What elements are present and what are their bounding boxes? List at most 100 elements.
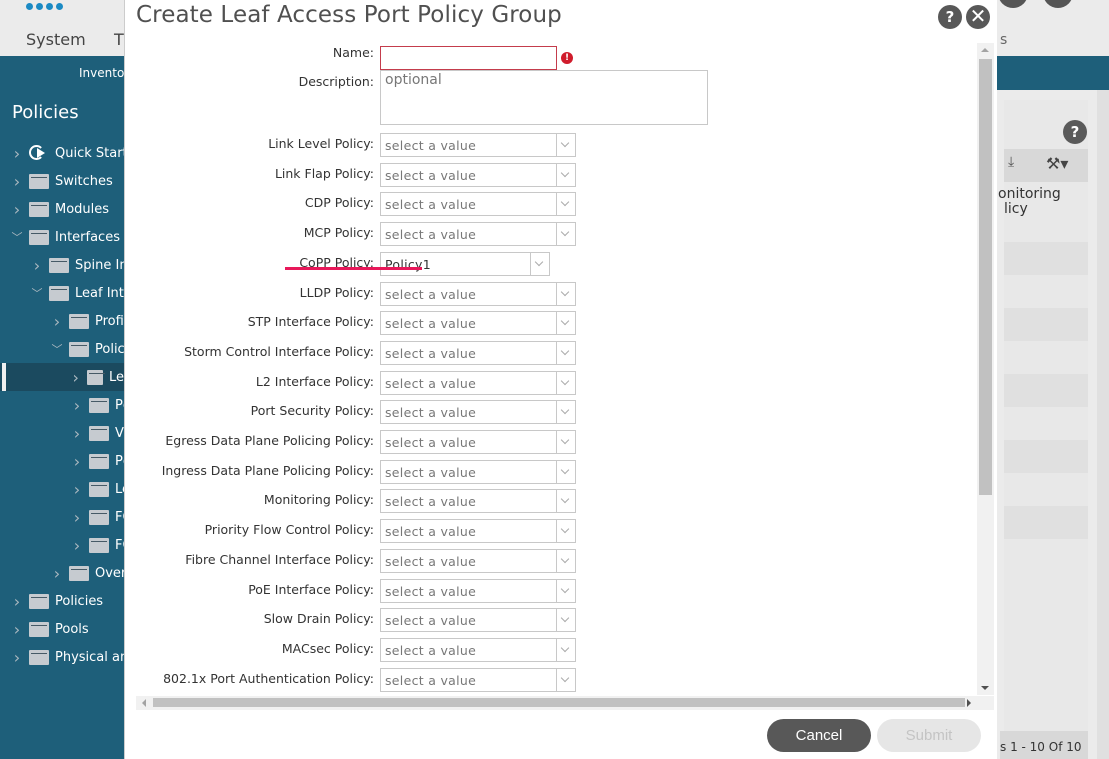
table-row[interactable] (1004, 374, 1088, 407)
sidebar-item[interactable]: › Spine Int (30, 251, 124, 279)
nav-tab-tenants[interactable]: T (114, 30, 124, 49)
chevron-right-icon[interactable]: › (70, 536, 84, 555)
sidebar-item[interactable]: › VI (70, 419, 124, 447)
chevron-right-icon[interactable]: › (10, 200, 24, 219)
sidebar-item[interactable]: › Le (70, 475, 124, 503)
chevron-down-icon[interactable] (556, 490, 575, 513)
chevron-down-icon[interactable] (556, 401, 575, 424)
description-input[interactable] (380, 70, 708, 125)
chevron-right-icon[interactable]: › (50, 564, 64, 583)
subnav-inventory[interactable]: Invento (79, 66, 124, 80)
sidebar-item[interactable]: ﹀ Polic (50, 335, 124, 363)
sidebar-item[interactable]: › Le (0, 363, 124, 391)
chevron-right-icon[interactable]: › (50, 312, 64, 331)
chevron-down-icon[interactable] (556, 163, 575, 186)
horizontal-scrollbar[interactable] (136, 696, 994, 710)
chevron-down-icon[interactable]: ﹀ (50, 341, 64, 357)
sidebar-item[interactable]: › Profil (50, 307, 124, 335)
chevron-right-icon[interactable]: › (10, 144, 24, 163)
chevron-down-icon[interactable] (556, 312, 575, 335)
chevron-down-icon[interactable] (556, 549, 575, 572)
chevron-down-icon[interactable] (556, 193, 575, 216)
sidebar-item[interactable]: › FC (70, 503, 124, 531)
column-header-monitoring-policy[interactable]: onitoring licy (998, 187, 1061, 217)
chevron-right-icon[interactable]: › (10, 172, 24, 191)
chevron-right-icon[interactable]: › (70, 368, 82, 387)
sidebar-item[interactable]: › Pc (70, 391, 124, 419)
cancel-button[interactable]: Cancel (767, 719, 871, 752)
scroll-thumb[interactable] (979, 59, 992, 495)
sidebar-item[interactable]: › Policies (10, 587, 103, 615)
sidebar-item[interactable]: › Physical and (10, 643, 124, 671)
chevron-down-icon[interactable] (556, 460, 575, 483)
sidebar-item[interactable]: › Pc (70, 447, 124, 475)
policy-select[interactable]: select a value (380, 430, 576, 454)
sidebar-item[interactable]: ﹀ Leaf Inte (30, 279, 124, 307)
chevron-down-icon[interactable] (556, 282, 575, 305)
chevron-right-icon[interactable]: › (70, 424, 84, 443)
policy-select[interactable]: select a value (380, 608, 576, 633)
scroll-left-arrow-icon[interactable] (142, 699, 146, 707)
chevron-down-icon[interactable] (556, 638, 575, 661)
user-icon[interactable] (998, 0, 1028, 8)
vertical-scrollbar[interactable] (977, 43, 994, 695)
scroll-up-arrow-icon[interactable] (981, 48, 989, 52)
policy-select[interactable]: select a value (380, 222, 576, 247)
chevron-right-icon[interactable]: › (10, 592, 24, 611)
chevron-down-icon[interactable] (556, 668, 575, 691)
chevron-down-icon[interactable] (556, 134, 575, 156)
policy-select[interactable]: select a value (380, 548, 576, 573)
chevron-down-icon[interactable] (556, 223, 575, 246)
sidebar-item[interactable]: › FC (70, 531, 124, 559)
nav-tab-partial[interactable]: s (1000, 32, 1007, 48)
tools-icon[interactable]: ⚒▾ (1046, 154, 1068, 173)
name-input[interactable] (380, 46, 557, 70)
table-row[interactable] (1004, 242, 1088, 275)
chevron-down-icon[interactable] (556, 520, 575, 543)
chevron-down-icon[interactable] (556, 609, 575, 632)
submit-button[interactable]: Submit (877, 719, 981, 752)
chevron-right-icon[interactable]: › (70, 396, 84, 415)
chevron-right-icon[interactable]: › (10, 648, 24, 667)
sidebar-item[interactable]: › Quick Start (10, 139, 124, 167)
nav-tab-system[interactable]: System (26, 30, 86, 49)
close-button[interactable]: ✕ (966, 5, 990, 29)
policy-select[interactable]: select a value (380, 400, 576, 425)
chevron-down-icon[interactable] (556, 579, 575, 602)
sidebar-item[interactable]: › Pools (10, 615, 89, 643)
scroll-thumb[interactable] (153, 698, 965, 707)
sidebar-item[interactable]: ﹀ Interfaces (10, 223, 120, 251)
policy-select[interactable]: select a value (380, 667, 576, 692)
chevron-right-icon[interactable]: › (10, 620, 24, 639)
chevron-right-icon[interactable]: › (70, 508, 84, 527)
chevron-down-icon[interactable] (556, 371, 575, 394)
table-row[interactable] (1004, 506, 1088, 539)
policy-select[interactable]: Policy1 (380, 251, 550, 276)
sidebar-item[interactable]: › Over (50, 559, 124, 587)
policy-select[interactable]: select a value (380, 519, 576, 544)
chevron-down-icon[interactable] (556, 341, 575, 364)
policy-select[interactable]: select a value (380, 489, 576, 514)
help-icon[interactable]: ? (1063, 120, 1087, 144)
chevron-down-icon[interactable]: ﹀ (30, 285, 44, 301)
scroll-down-arrow-icon[interactable] (981, 686, 989, 690)
scroll-right-arrow-icon[interactable] (967, 699, 971, 707)
chevron-down-icon[interactable] (530, 252, 549, 275)
help-button[interactable]: ? (938, 5, 962, 29)
settings-icon[interactable] (1043, 0, 1073, 8)
policy-select[interactable]: select a value (380, 578, 576, 603)
table-row[interactable] (1004, 440, 1088, 473)
policy-select[interactable]: select a value (380, 311, 576, 336)
policy-select[interactable]: select a value (380, 162, 576, 187)
chevron-right-icon[interactable]: › (70, 452, 84, 471)
download-icon[interactable]: ⤓ (1008, 154, 1014, 170)
chevron-right-icon[interactable]: › (70, 480, 84, 499)
chevron-down-icon[interactable] (556, 431, 575, 453)
policy-select[interactable]: select a value (380, 192, 576, 217)
policy-select[interactable]: select a value (380, 370, 576, 395)
sidebar-item[interactable]: › Switches (10, 167, 113, 195)
table-row[interactable] (1004, 308, 1088, 341)
policy-select[interactable]: select a value (380, 637, 576, 662)
sidebar-item[interactable]: › Modules (10, 195, 109, 223)
policy-select[interactable]: select a value (380, 459, 576, 484)
